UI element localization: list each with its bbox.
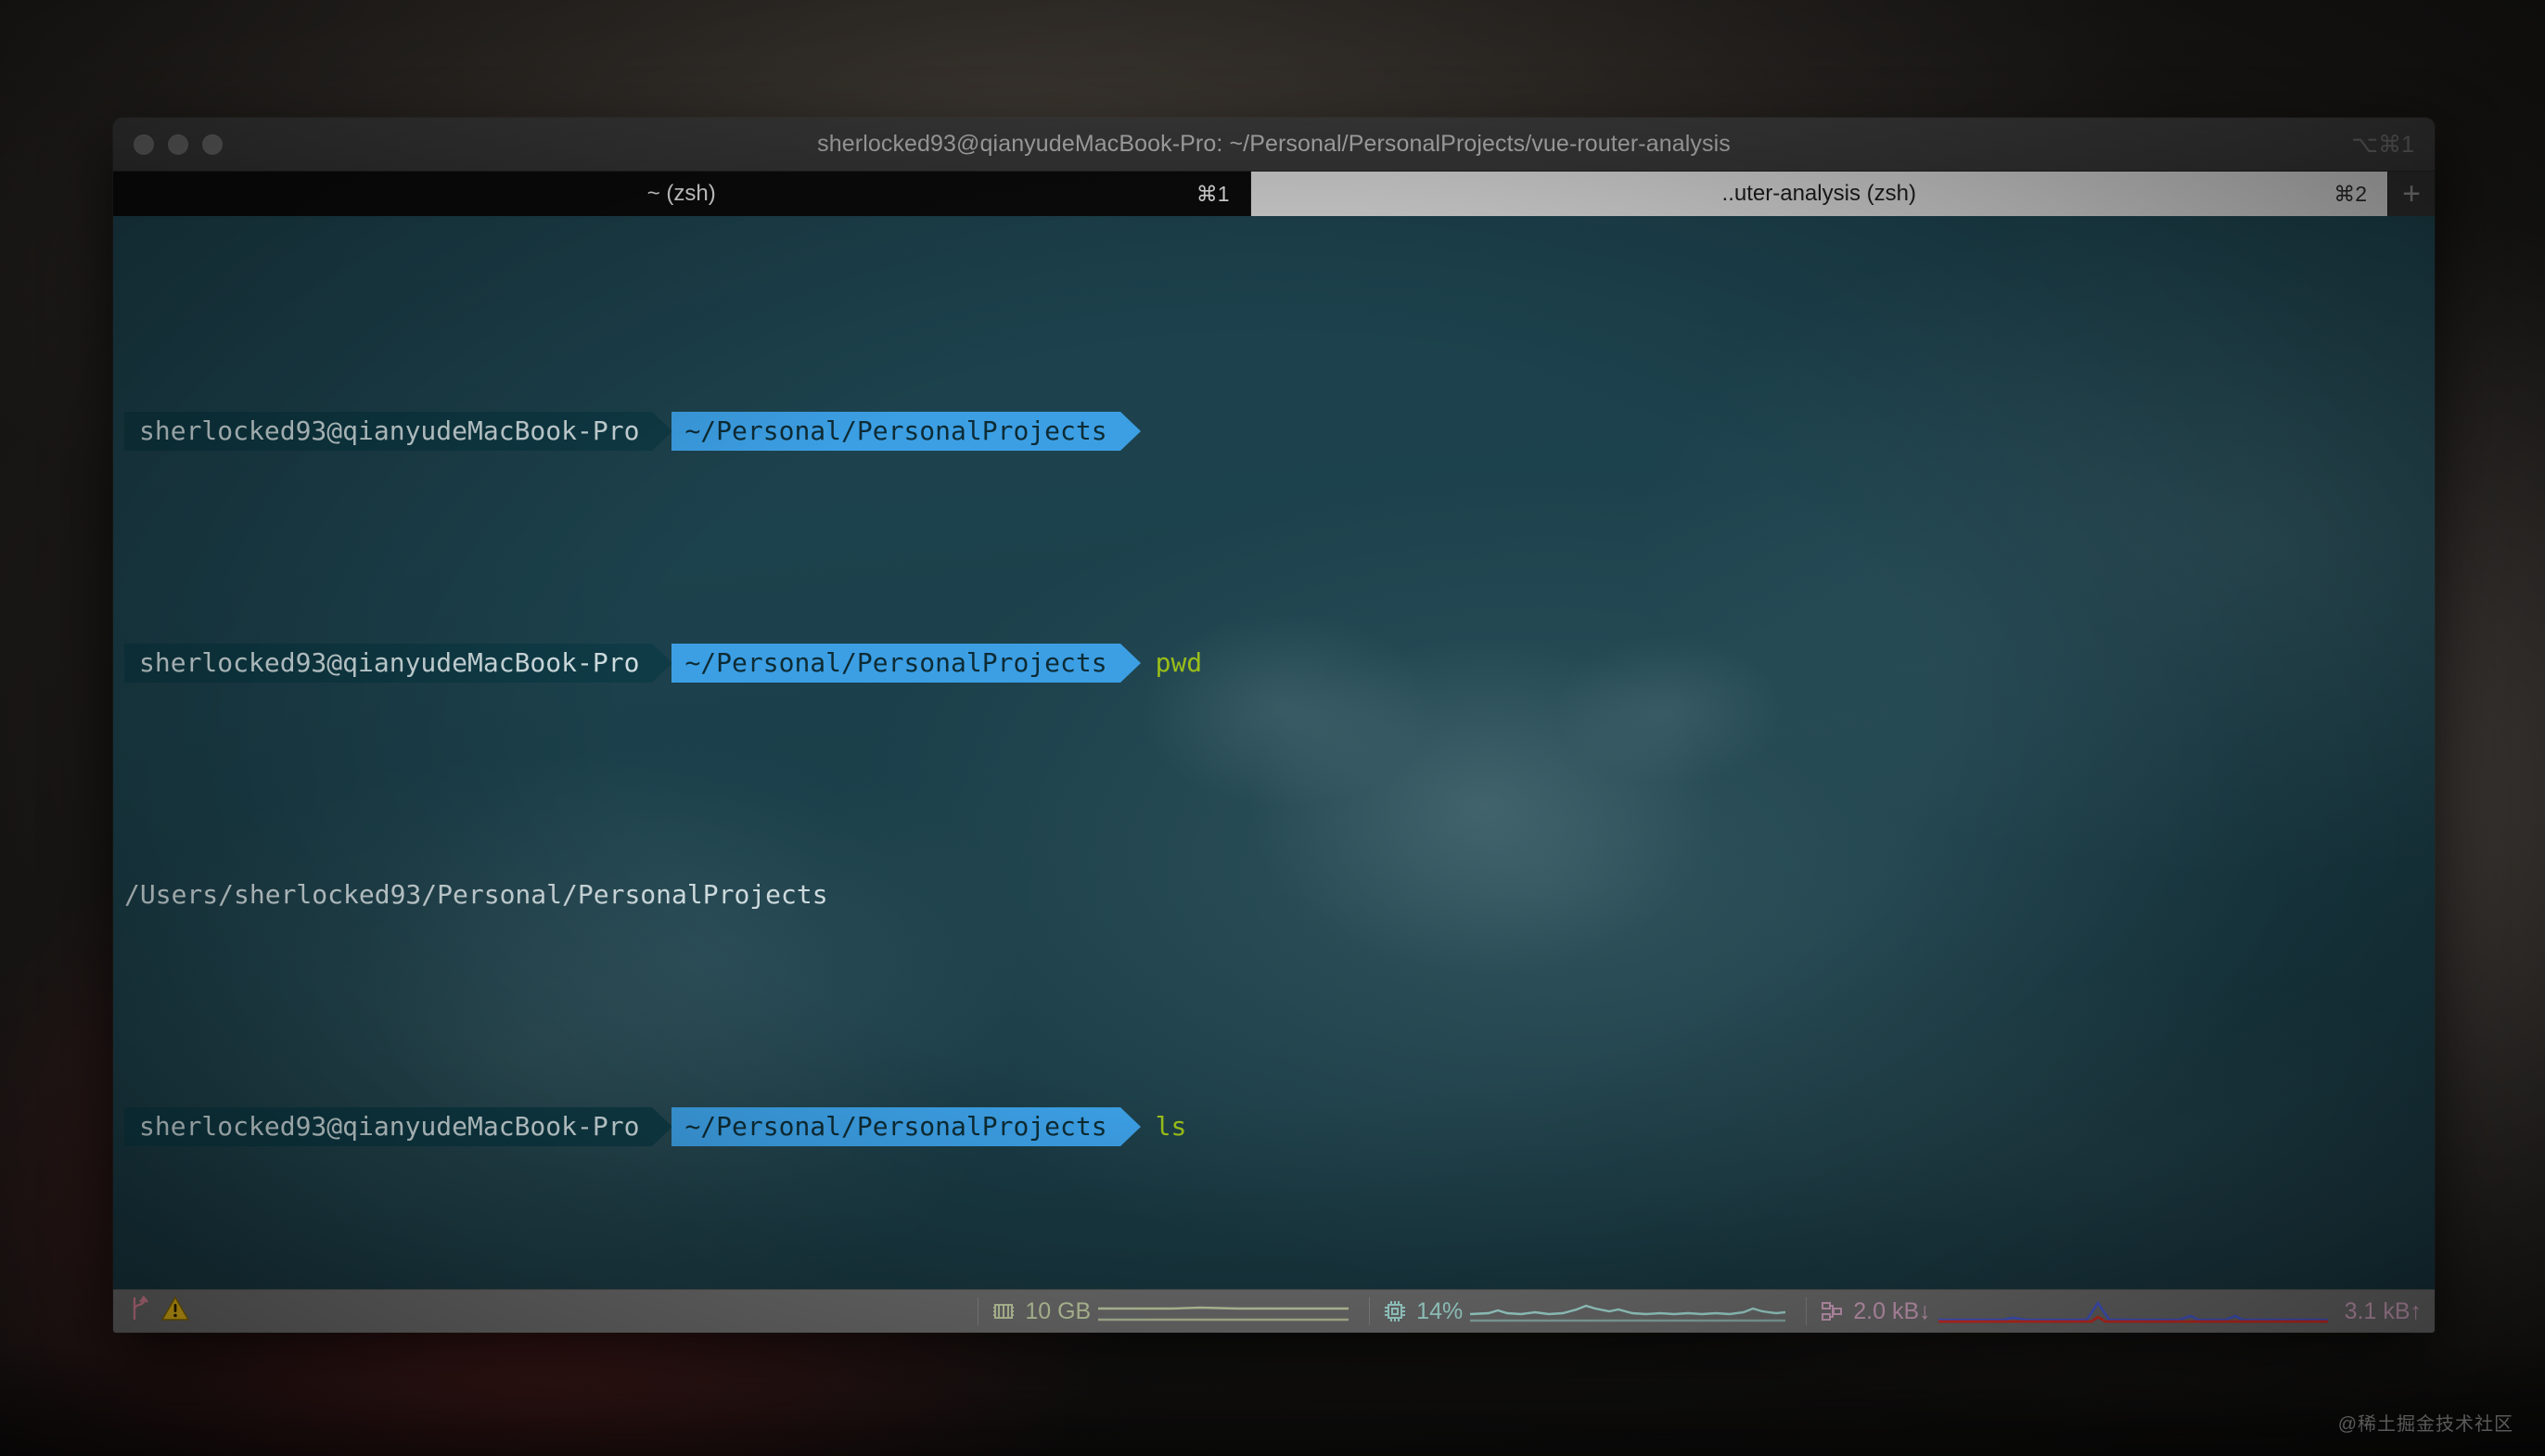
status-bar: 10 GB 14% 2.0 kB↓ 3.1 kB↑ <box>113 1289 2435 1333</box>
network-down-label: 2.0 kB↓ <box>1853 1297 1931 1324</box>
powerline-arrow-icon <box>652 1107 673 1146</box>
powerline-arrow-icon <box>652 644 673 683</box>
prompt-user-host: sherlocked93@qianyudeMacBook-Pro <box>139 647 640 678</box>
prompt-host-segment: sherlocked93@qianyudeMacBook-Pro <box>124 412 653 451</box>
window-shortcut-hint: ⌥⌘1 <box>2351 131 2414 158</box>
network-icon <box>1822 1302 1843 1321</box>
tab-bar: ~ (zsh) ⌘1 ..uter-analysis (zsh) ⌘2 + <box>113 172 2435 216</box>
tab-label: ..uter-analysis (zsh) <box>1721 181 1916 206</box>
network-indicator[interactable]: 2.0 kB↓ 3.1 kB↑ <box>1807 1290 2435 1333</box>
command-pwd: pwd <box>1155 647 1203 678</box>
output-line: /Users/sherlocked93/Personal/PersonalPro… <box>124 872 2435 918</box>
powerline-arrow-icon <box>1119 644 1141 683</box>
tab-shortcut: ⌘2 <box>2334 181 2367 206</box>
prompt-line: sherlocked93@qianyudeMacBook-Pro ~/Perso… <box>124 408 2435 454</box>
prompt-line: sherlocked93@qianyudeMacBook-Pro ~/Perso… <box>124 640 2435 686</box>
prompt-path-segment: ~/Personal/PersonalProjects <box>671 644 1120 683</box>
prompt-user-host: sherlocked93@qianyudeMacBook-Pro <box>139 1111 640 1142</box>
memory-indicator[interactable]: 10 GB <box>978 1290 1369 1333</box>
prompt-path-segment: ~/Personal/PersonalProjects <box>671 1107 1120 1146</box>
prompt-path-segment: ~/Personal/PersonalProjects <box>671 412 1120 451</box>
tab-zsh-router-analysis[interactable]: ..uter-analysis (zsh) ⌘2 <box>1250 172 2388 216</box>
cpu-label: 14% <box>1416 1297 1464 1324</box>
terminal-window: sherlocked93@qianyudeMacBook-Pro: ~/Pers… <box>113 118 2435 1333</box>
prompt-host-segment: sherlocked93@qianyudeMacBook-Pro <box>124 644 653 683</box>
zoom-button[interactable] <box>202 134 223 155</box>
git-branch-icon[interactable] <box>128 1295 152 1329</box>
network-up-label: 3.1 kB↑ <box>2344 1297 2422 1324</box>
tab-shortcut: ⌘1 <box>1196 181 1230 206</box>
tab-label: ~ (zsh) <box>646 181 716 206</box>
memory-chip-icon <box>993 1304 1015 1319</box>
new-tab-button[interactable]: + <box>2388 172 2435 216</box>
prompt-path: ~/Personal/PersonalProjects <box>684 415 1107 446</box>
cpu-indicator[interactable]: 14% <box>1370 1290 1806 1333</box>
prompt-host-segment: sherlocked93@qianyudeMacBook-Pro <box>124 1107 653 1146</box>
prompt-path: ~/Personal/PersonalProjects <box>684 647 1107 678</box>
desk-edge <box>0 1345 2545 1456</box>
close-button[interactable] <box>134 134 154 155</box>
window-title: sherlocked93@qianyudeMacBook-Pro: ~/Pers… <box>817 131 1731 157</box>
minimize-button[interactable] <box>168 134 188 155</box>
tab-zsh-home[interactable]: ~ (zsh) ⌘1 <box>113 172 1251 216</box>
powerline-arrow-icon <box>652 412 673 451</box>
cpu-chip-icon <box>1385 1301 1406 1322</box>
prompt-line: sherlocked93@qianyudeMacBook-Pro ~/Perso… <box>124 1104 2435 1150</box>
command-ls: ls <box>1155 1111 1187 1142</box>
window-titlebar: sherlocked93@qianyudeMacBook-Pro: ~/Pers… <box>113 118 2435 172</box>
network-graph <box>1938 1300 2328 1323</box>
powerline-arrow-icon <box>1119 1107 1141 1146</box>
memory-graph <box>1098 1306 1349 1322</box>
terminal-output: sherlocked93@qianyudeMacBook-Pro ~/Perso… <box>113 216 2435 1289</box>
pwd-output: /Users/sherlocked93/Personal/PersonalPro… <box>124 879 828 910</box>
powerline-arrow-icon <box>1119 412 1141 451</box>
traffic-lights <box>134 134 223 155</box>
terminal-screen[interactable]: sherlocked93@qianyudeMacBook-Pro ~/Perso… <box>113 216 2435 1289</box>
cpu-graph <box>1470 1304 1786 1322</box>
warning-triangle-icon[interactable] <box>160 1296 190 1328</box>
prompt-user-host: sherlocked93@qianyudeMacBook-Pro <box>139 415 640 446</box>
memory-label: 10 GB <box>1025 1297 1092 1324</box>
watermark: @稀土掘金技术社区 <box>2337 1414 2513 1435</box>
prompt-path: ~/Personal/PersonalProjects <box>684 1111 1107 1142</box>
